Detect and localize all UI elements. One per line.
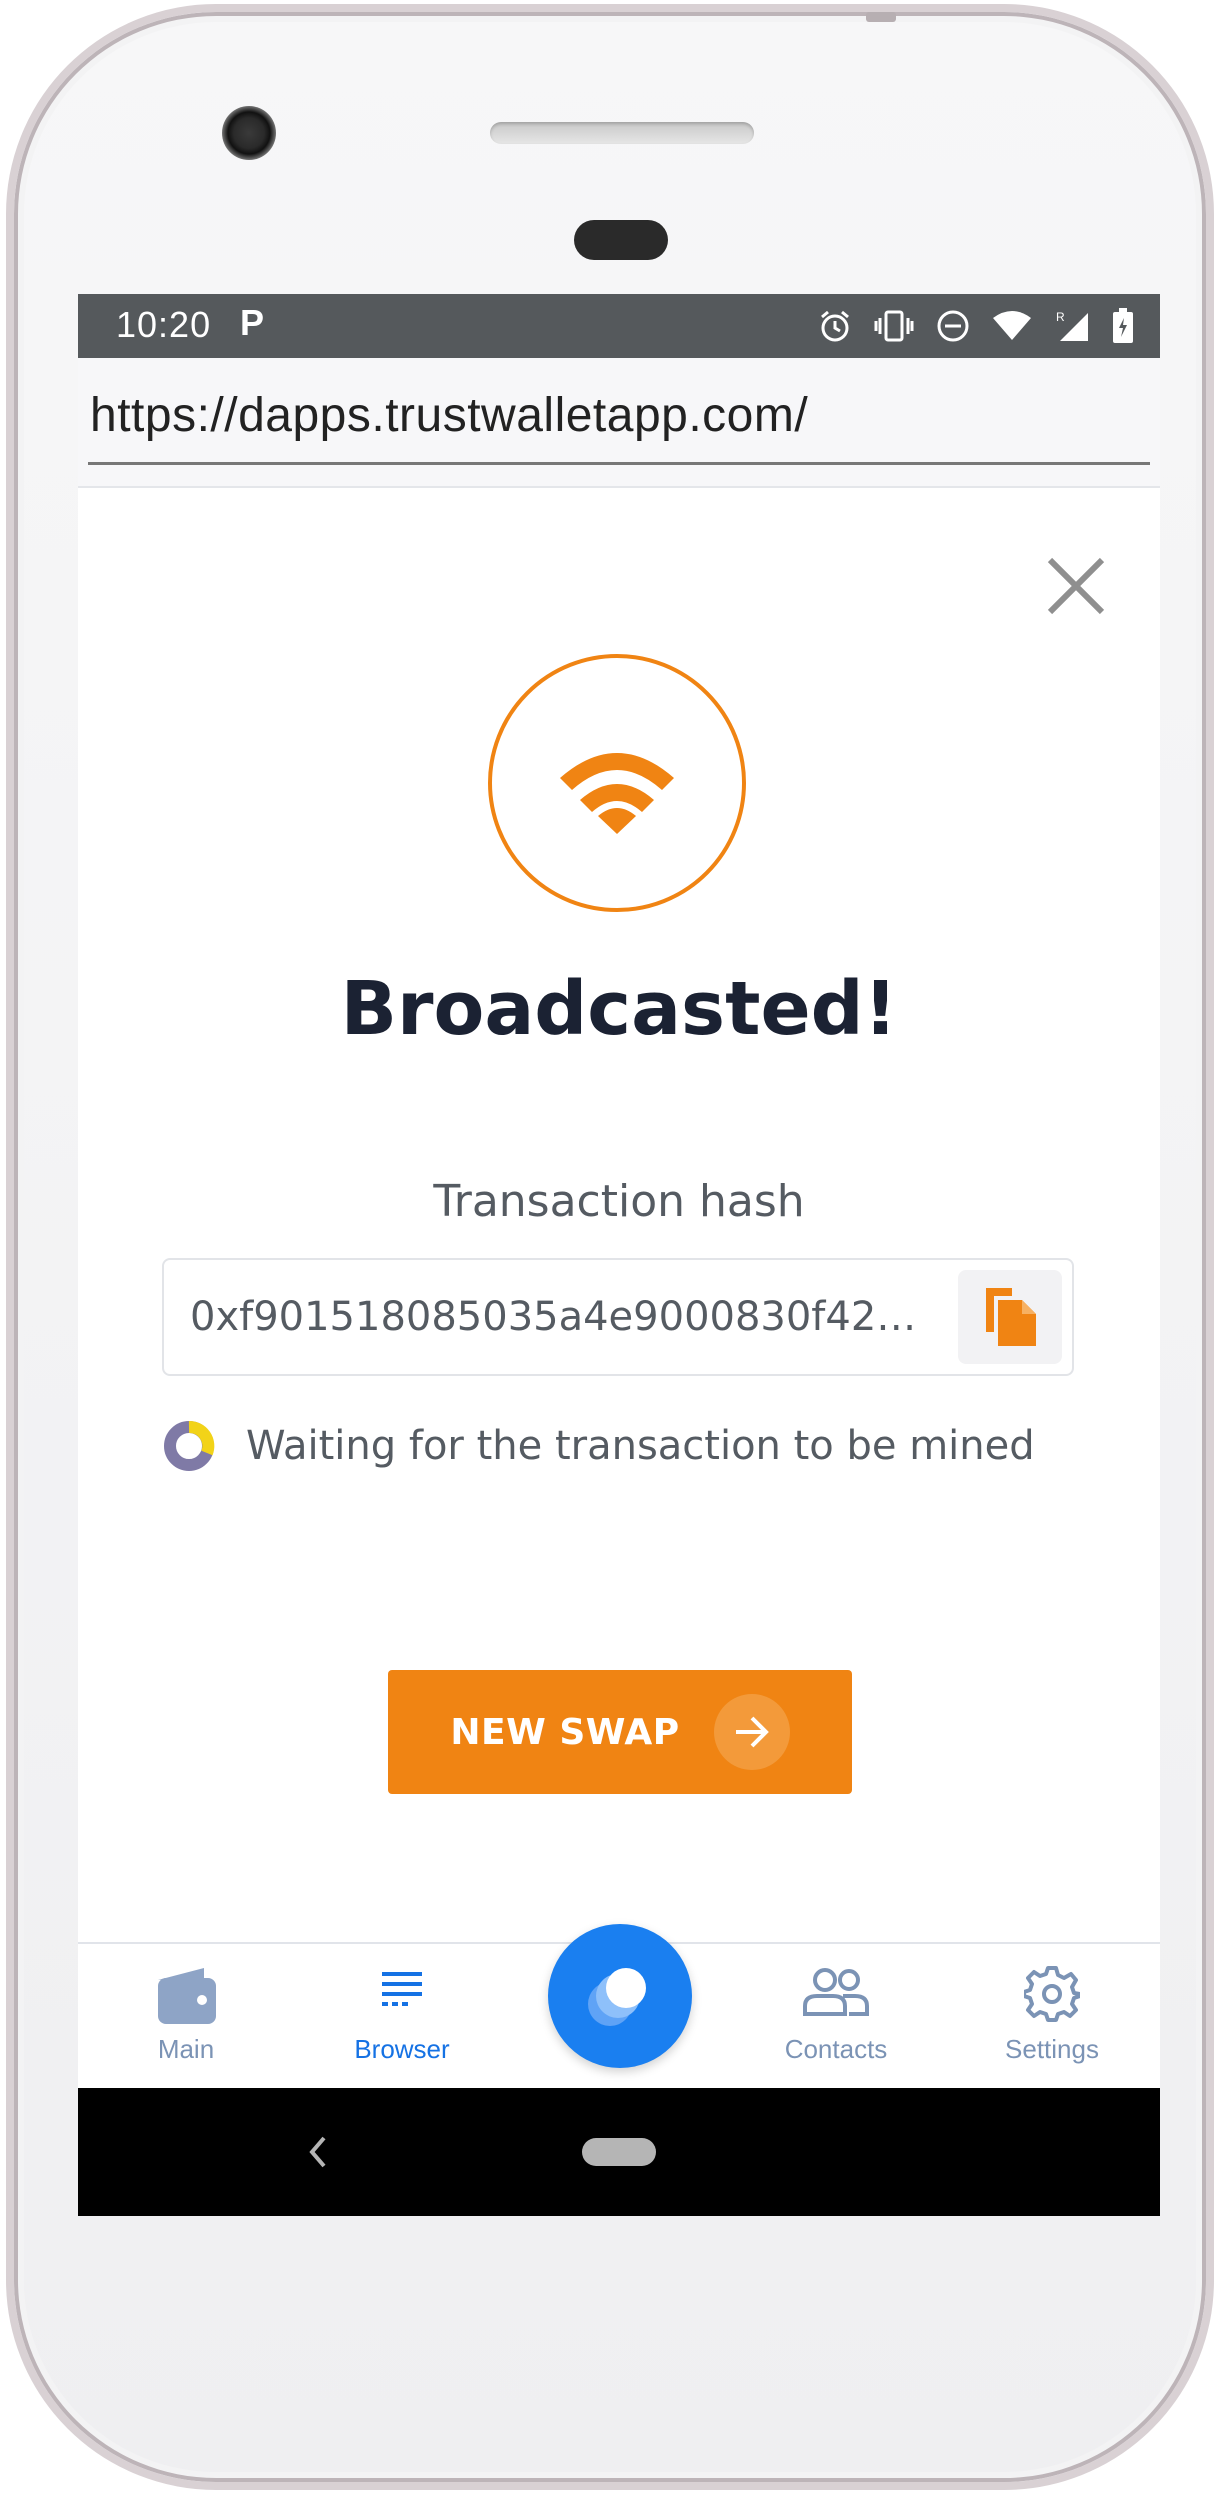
signal-icon: R [1054,309,1090,348]
browser-icon [382,1972,422,2006]
arrow-right-icon [713,1694,790,1770]
nav-item-contacts[interactable]: Contacts [728,1944,944,2090]
loading-spinner-icon [164,1421,215,1471]
nav-label-settings: Settings [1005,2034,1099,2064]
battery-icon [1112,307,1134,349]
new-swap-button[interactable]: NEW SWAP [388,1670,852,1794]
transaction-hash-label: Transaction hash [433,1176,805,1227]
transaction-hash-field[interactable]: 0xf901518085035a4e9000830f4240… [162,1258,1074,1376]
phone-frame: 10:20 P R https://dapps.trustwalletapp.c… [6,4,1214,2490]
transaction-hash-value[interactable]: 0xf901518085035a4e9000830f4240… [190,1294,930,1340]
status-icons: R [818,307,1134,349]
proximity-sensor [574,220,668,260]
copy-button[interactable] [958,1270,1062,1364]
wifi-status-icon [992,310,1032,347]
back-button[interactable] [294,2128,342,2176]
waiting-status: Waiting for the transaction to be mined [162,1416,1035,1476]
new-swap-label: NEW SWAP [450,1711,680,1753]
status-time: 10:20 [116,304,212,345]
close-button[interactable] [1036,546,1116,626]
back-icon[interactable] [294,2128,342,2176]
system-navigation-bar [78,2088,1160,2216]
nav-label-main: Main [157,2034,215,2064]
home-button[interactable] [582,2138,656,2166]
nav-label-browser: Browser [354,2034,450,2064]
do-not-disturb-icon [936,309,970,348]
url-text[interactable]: https://dapps.trustwalletapp.com/ [90,388,808,443]
contacts-icon [803,1968,869,2016]
broadcast-modal: Broadcasted! Transaction hash 0xf9015180… [78,488,1160,1941]
nav-item-settings[interactable]: Settings [944,1944,1160,2090]
wallet-icon [158,1968,216,2024]
page-title: Broadcasted! [340,966,898,1052]
dapps-button[interactable] [548,1924,692,2068]
vibrate-icon [874,309,914,348]
broadcast-status-circle [488,654,746,912]
earpiece-speaker [490,122,754,144]
nav-label-contacts: Contacts [784,2034,888,2064]
notification-icon: P [240,302,265,343]
gear-icon [1024,1966,1080,2022]
nav-item-browser[interactable]: Browser [294,1944,510,2090]
waiting-text: Waiting for the transaction to be mined [246,1423,1035,1469]
dapps-icon [588,1968,646,2026]
nav-item-main[interactable]: Main [78,1944,294,2090]
screen: 10:20 P R https://dapps.trustwalletapp.c… [78,294,1160,2216]
svg-text:R: R [1056,310,1065,324]
status-bar: 10:20 P R [78,294,1160,358]
wifi-broadcast-icon [560,753,674,834]
alarm-icon [818,309,852,348]
copy-icon[interactable] [984,1286,1038,1348]
browser-url-bar[interactable]: https://dapps.trustwalletapp.com/ [78,358,1160,488]
top-button [866,12,896,22]
close-icon[interactable] [1036,546,1116,626]
front-camera [222,106,276,160]
url-underline [88,462,1150,465]
